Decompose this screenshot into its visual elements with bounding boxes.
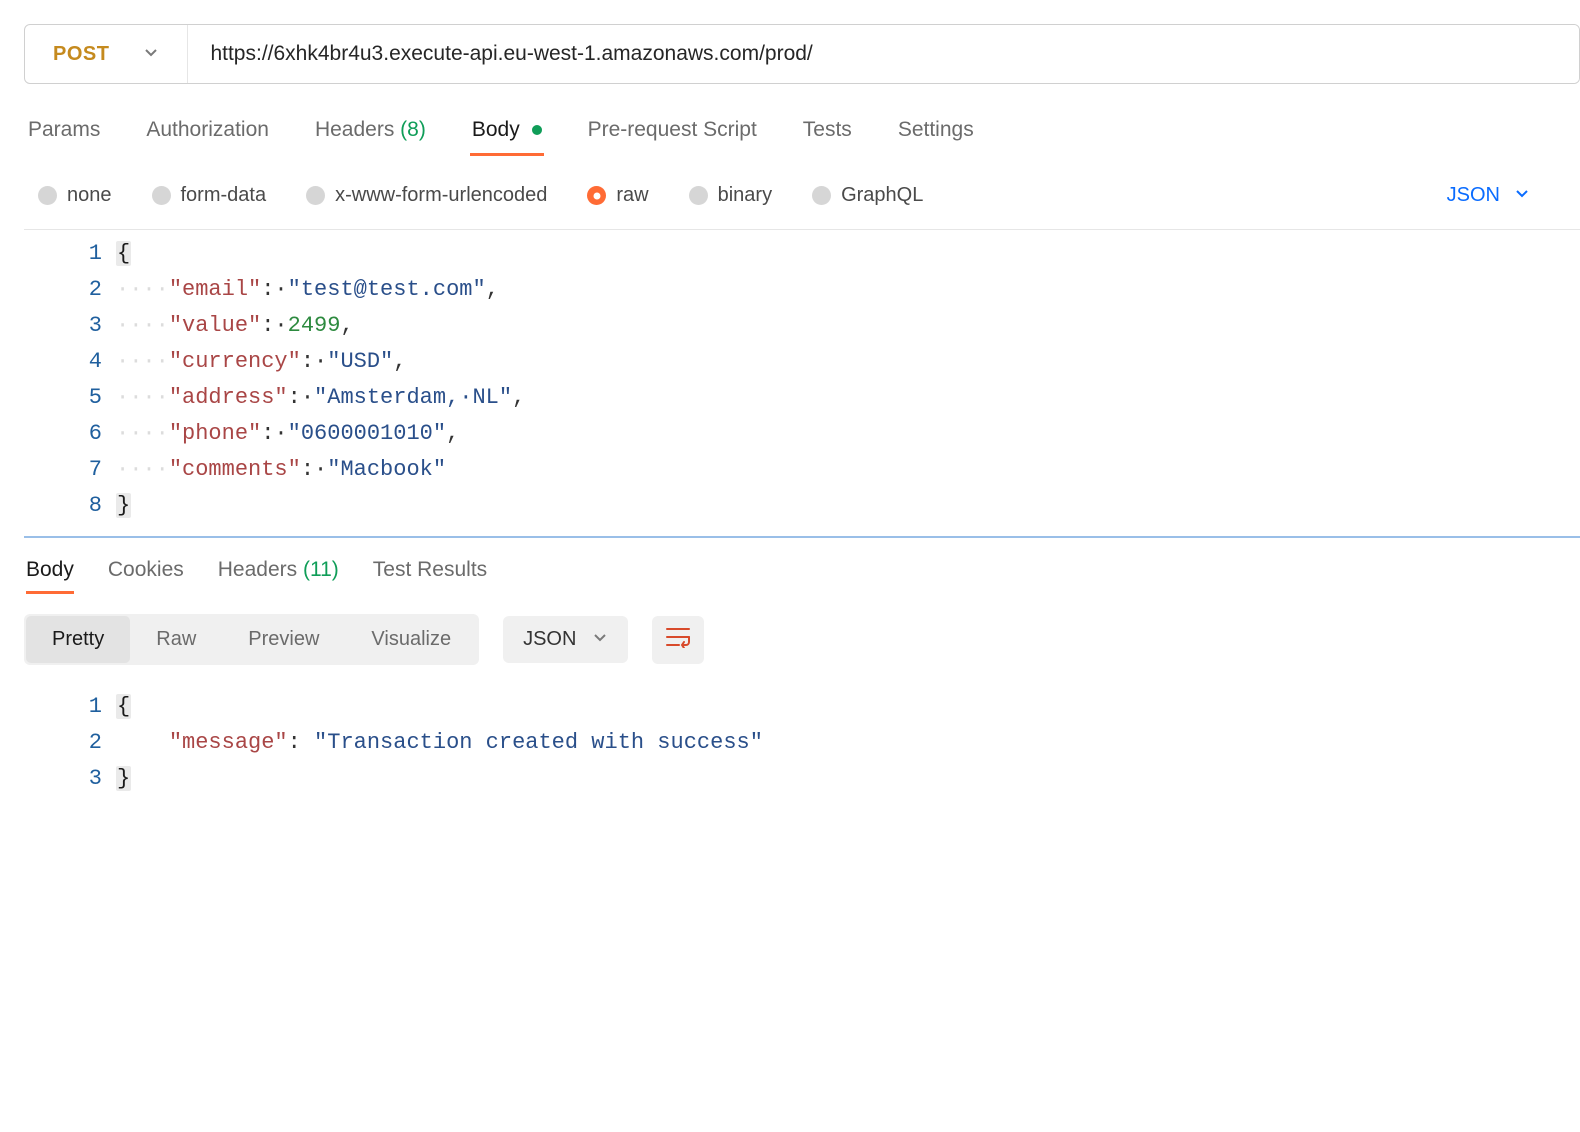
- body-indicator-dot: [532, 125, 542, 135]
- line-number: 3: [24, 761, 102, 797]
- body-type-row: none form-data x-www-form-urlencoded raw…: [24, 174, 1580, 229]
- request-tabs: Params Authorization Headers (8) Body Pr…: [24, 112, 1580, 156]
- view-raw[interactable]: Raw: [130, 616, 222, 663]
- radio-icon: [306, 186, 325, 205]
- tab-settings[interactable]: Settings: [896, 112, 976, 156]
- tab-prerequest[interactable]: Pre-request Script: [586, 112, 759, 156]
- wrap-lines-icon: [665, 626, 691, 653]
- response-tabs: Body Cookies Headers (11) Test Results: [24, 538, 1580, 604]
- headers-count: (8): [400, 118, 426, 141]
- resp-tab-test-results[interactable]: Test Results: [373, 558, 487, 594]
- line-number: 7: [24, 452, 102, 488]
- resp-headers-count: (11): [303, 558, 339, 581]
- body-type-label: GraphQL: [841, 184, 923, 207]
- tab-params[interactable]: Params: [26, 112, 102, 156]
- line-gutter: 1 2 3: [24, 683, 116, 803]
- resp-tab-headers-label: Headers: [218, 558, 297, 581]
- radio-icon: [689, 186, 708, 205]
- body-type-none[interactable]: none: [38, 184, 112, 207]
- view-mode-group: Pretty Raw Preview Visualize: [24, 614, 479, 665]
- line-number: 2: [24, 725, 102, 761]
- resp-tab-cookies[interactable]: Cookies: [108, 558, 184, 594]
- line-number: 5: [24, 380, 102, 416]
- url-input[interactable]: [188, 25, 1579, 83]
- tab-headers-label: Headers: [315, 118, 394, 141]
- radio-icon: [152, 186, 171, 205]
- tab-authorization[interactable]: Authorization: [144, 112, 271, 156]
- body-type-binary[interactable]: binary: [689, 184, 772, 207]
- tab-body[interactable]: Body: [470, 112, 544, 156]
- line-number: 2: [24, 272, 102, 308]
- code-content[interactable]: { ····"email":·"test@test.com", ····"val…: [116, 230, 525, 530]
- url-bar: POST: [24, 24, 1580, 84]
- body-type-label: form-data: [181, 184, 267, 207]
- tab-body-label: Body: [472, 118, 520, 141]
- http-method-select[interactable]: POST: [25, 25, 188, 83]
- body-language-select[interactable]: JSON: [1447, 184, 1566, 207]
- code-content: { "message": "Transaction created with s…: [116, 683, 763, 803]
- chevron-down-icon: [1514, 184, 1530, 207]
- body-type-label: raw: [616, 184, 648, 207]
- http-method-label: POST: [53, 43, 109, 66]
- chevron-down-icon: [143, 43, 159, 66]
- resp-tab-headers[interactable]: Headers (11): [218, 558, 339, 594]
- response-toolbar: Pretty Raw Preview Visualize JSON: [24, 604, 1580, 677]
- body-type-graphql[interactable]: GraphQL: [812, 184, 923, 207]
- line-gutter: 1 2 3 4 5 6 7 8: [24, 230, 116, 530]
- request-body-editor[interactable]: 1 2 3 4 5 6 7 8 { ····"email":·"test@tes…: [24, 229, 1580, 538]
- radio-icon: [812, 186, 831, 205]
- line-number: 1: [24, 689, 102, 725]
- body-type-urlencoded[interactable]: x-www-form-urlencoded: [306, 184, 547, 207]
- body-type-label: binary: [718, 184, 772, 207]
- tab-headers[interactable]: Headers (8): [313, 112, 428, 156]
- resp-tab-body[interactable]: Body: [26, 558, 74, 594]
- line-number: 6: [24, 416, 102, 452]
- wrap-lines-button[interactable]: [652, 616, 704, 664]
- response-language-label: JSON: [523, 628, 576, 651]
- line-number: 4: [24, 344, 102, 380]
- tab-tests[interactable]: Tests: [801, 112, 854, 156]
- line-number: 3: [24, 308, 102, 344]
- response-body-viewer[interactable]: 1 2 3 { "message": "Transaction created …: [24, 677, 1580, 803]
- view-visualize[interactable]: Visualize: [345, 616, 477, 663]
- body-type-raw[interactable]: raw: [587, 184, 648, 207]
- line-number: 8: [24, 488, 102, 524]
- body-type-form-data[interactable]: form-data: [152, 184, 267, 207]
- body-language-label: JSON: [1447, 184, 1500, 207]
- line-number: 1: [24, 236, 102, 272]
- chevron-down-icon: [592, 628, 608, 651]
- radio-icon: [587, 186, 606, 205]
- body-type-label: none: [67, 184, 112, 207]
- radio-icon: [38, 186, 57, 205]
- view-preview[interactable]: Preview: [222, 616, 345, 663]
- response-language-select[interactable]: JSON: [503, 616, 628, 663]
- view-pretty[interactable]: Pretty: [26, 616, 130, 663]
- body-type-label: x-www-form-urlencoded: [335, 184, 547, 207]
